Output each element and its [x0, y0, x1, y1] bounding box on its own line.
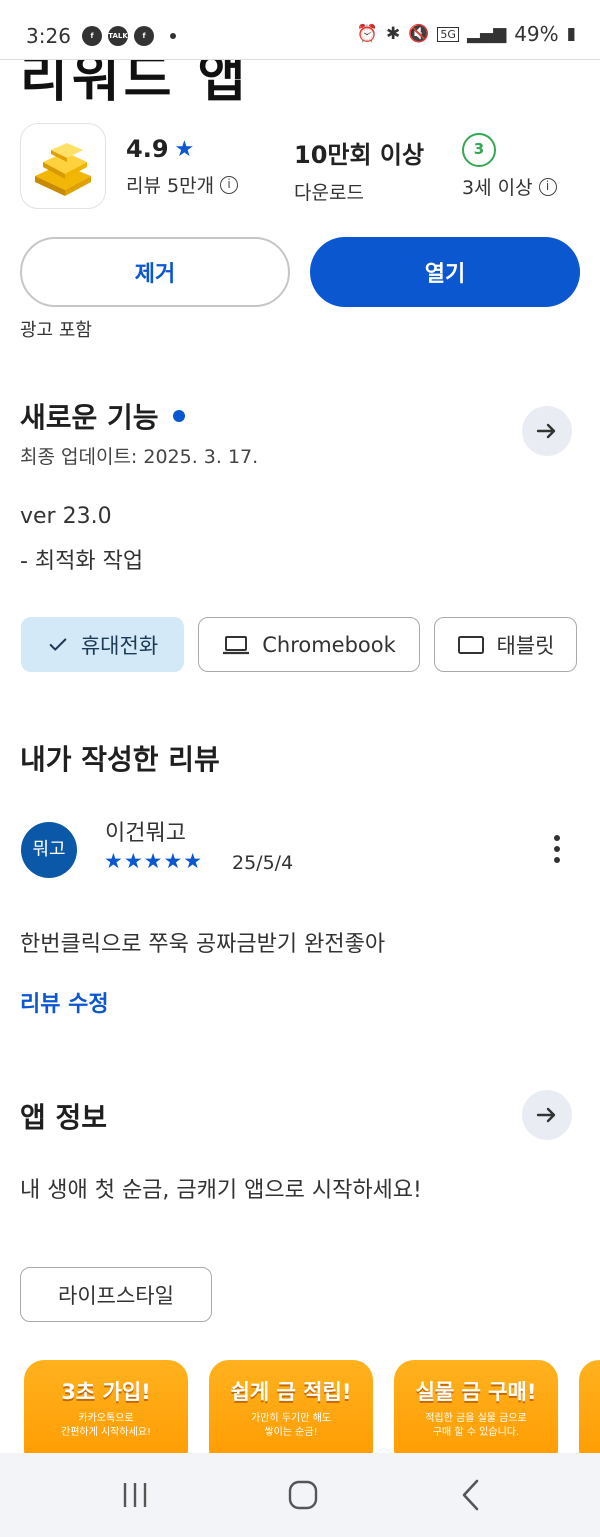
rating-value: 4.9 — [126, 135, 169, 163]
screenshot-caption: 적립한 금을 실물 금으로 — [425, 1413, 527, 1424]
device-chip-label: 태블릿 — [496, 633, 555, 658]
battery-percent: 49% — [514, 22, 559, 46]
edit-review-link[interactable]: 리뷰 수정 — [20, 986, 109, 1018]
signal-icon: ▂▄▆ — [466, 24, 507, 44]
review-text: 한번클릭으로 쭈욱 공짜금받기 완전좋아 — [20, 932, 386, 957]
status-bar: 3:26 f TALK f ⏰ ✱ 🔇 5G ▂▄▆ 49% ▮ — [0, 0, 600, 60]
app-icon — [20, 123, 106, 209]
network-type: 5G — [437, 26, 459, 42]
facebook-icon: f — [134, 26, 154, 46]
recent-apps-icon[interactable] — [115, 1475, 155, 1515]
back-icon[interactable] — [452, 1475, 492, 1515]
app-info-arrow-button[interactable] — [522, 1090, 572, 1140]
home-icon[interactable] — [283, 1475, 323, 1515]
status-icons: ⏰ ✱ 🔇 5G ▂▄▆ 49% ▮ — [357, 22, 576, 46]
battery-icon: ▮ — [566, 24, 576, 44]
whats-new-header[interactable]: 새로운 기능 — [20, 396, 185, 436]
rating-stat[interactable]: 4.9 ★ 리뷰 5만개 i — [126, 135, 239, 198]
device-chip-phone[interactable]: 휴대전화 — [21, 617, 184, 672]
device-chip-tablet[interactable]: 태블릿 — [434, 617, 577, 672]
downloads-value: 10만회 이상 — [294, 141, 425, 169]
open-button[interactable]: 열기 — [310, 237, 580, 307]
facebook-icon: f — [82, 26, 102, 46]
screenshot-caption: 카카오톡으로 — [78, 1413, 134, 1424]
screenshot-caption: 쌓이는 순금! — [264, 1427, 318, 1438]
screenshot-title: 쉽게 금 적립! — [230, 1380, 352, 1404]
screenshot-title: 3초 가입! — [61, 1380, 151, 1404]
whats-new-title: 새로운 기능 — [20, 401, 159, 434]
arrow-right-icon — [536, 423, 556, 439]
downloads-label: 다운로드 — [294, 182, 364, 204]
tablet-icon — [457, 635, 484, 654]
star-icon: ★ — [174, 136, 195, 162]
contains-ads-note: 광고 포함 — [20, 320, 92, 341]
review-date: 25/5/4 — [232, 852, 294, 874]
more-options-icon[interactable] — [552, 835, 562, 867]
update-note: - 최적화 작업 — [20, 549, 144, 574]
info-icon: i — [220, 175, 239, 194]
app-description: 내 생애 첫 순금, 금캐기 앱으로 시작하세요! — [20, 1178, 422, 1203]
info-icon: i — [538, 177, 557, 196]
arrow-right-icon — [536, 1107, 556, 1123]
age-rating-label: 3세 이상 — [462, 177, 533, 199]
check-icon — [49, 637, 67, 651]
alarm-icon: ⏰ — [356, 24, 378, 44]
age-rating-stat[interactable]: 3 3세 이상 i — [462, 133, 557, 200]
uninstall-button[interactable]: 제거 — [20, 237, 290, 307]
my-review-title: 내가 작성한 리뷰 — [20, 743, 220, 776]
avatar: 뭐고 — [21, 822, 77, 878]
whats-new-arrow-button[interactable] — [522, 406, 572, 456]
category-chip[interactable]: 라이프스타일 — [20, 1267, 212, 1322]
screenshot-caption: 구매 할 수 있습니다. — [432, 1427, 520, 1438]
device-chip-label: Chromebook — [262, 632, 396, 657]
last-updated: 최종 업데이트: 2025. 3. 17. — [20, 446, 259, 468]
rating-label: 리뷰 5만개 — [126, 175, 215, 197]
system-navigation-bar — [0, 1453, 600, 1537]
version-text: ver 23.0 — [20, 504, 112, 529]
app-info-title[interactable]: 앱 정보 — [20, 1096, 107, 1136]
laptop-icon — [223, 635, 250, 654]
status-time: 3:26 — [26, 24, 71, 48]
reviewer-name: 이건뭐고 — [105, 821, 186, 846]
review-stars: ★★★★★ — [104, 849, 204, 873]
bluetooth-icon: ✱ — [386, 24, 401, 44]
age-rating-badge: 3 — [462, 133, 496, 167]
kakaotalk-icon: TALK — [108, 26, 128, 46]
screenshot-title: 실물 금 구매! — [415, 1380, 537, 1404]
device-chip-chromebook[interactable]: Chromebook — [198, 617, 420, 672]
new-indicator-dot — [172, 410, 185, 422]
mute-icon: 🔇 — [408, 24, 430, 44]
screenshot-caption: 가만히 두기만 해도 — [251, 1413, 331, 1424]
gold-bars-icon — [35, 143, 91, 196]
device-chip-label: 휴대전화 — [80, 633, 159, 658]
screenshot-caption: 간편하게 시작하세요! — [61, 1427, 151, 1438]
downloads-stat: 10만회 이상 다운로드 — [294, 135, 424, 205]
more-notifications-dot — [170, 33, 176, 39]
